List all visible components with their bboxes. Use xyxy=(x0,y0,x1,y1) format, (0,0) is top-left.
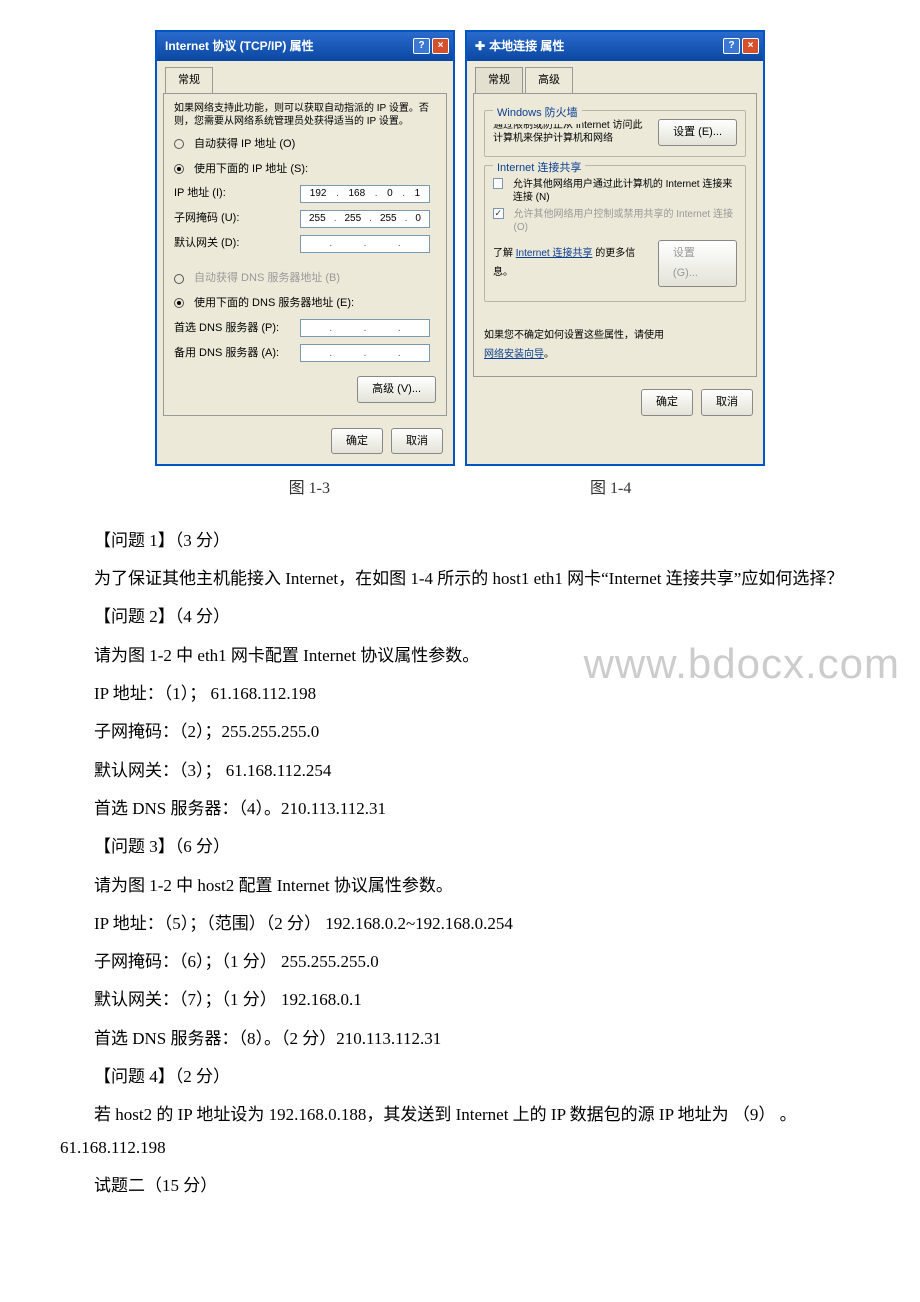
q2-dns: 首选 DNS 服务器：（4）。210.113.112.31 xyxy=(60,793,860,825)
ics-learn-more: 了解 Internet 连接共享 的更多信息。 xyxy=(493,244,652,282)
tab-general[interactable]: 常规 xyxy=(165,67,213,93)
ip-input[interactable]: 192.168.0.1 xyxy=(300,185,430,203)
firewall-group: Windows 防火墙 通过限制或防止从 Internet 访问此计算机来保护计… xyxy=(484,110,746,157)
auto-ip-option[interactable]: 自动获得 IP 地址 (O) xyxy=(174,134,436,155)
q3-title: 【问题 3】（6 分） xyxy=(60,831,860,863)
advanced-button[interactable]: 高级 (V)... xyxy=(357,376,436,403)
screenshot-row: Internet 协议 (TCP/IP) 属性 ? × 常规 如果网络支持此功能… xyxy=(60,30,860,466)
ics-opt2-label: 允许其他网络用户控制或禁用共享的 Internet 连接 (O) xyxy=(514,208,738,234)
ics-allow-connect[interactable]: 允许其他网络用户通过此计算机的 Internet 连接来连接 (N) xyxy=(493,178,737,204)
dns1-input[interactable]: . . . xyxy=(300,319,430,337)
figure-captions: 图 1-3 图 1-4 xyxy=(60,474,860,504)
cancel-button[interactable]: 取消 xyxy=(391,428,443,455)
local-connection-dialog: ✚ 本地连接 属性 ? × 常规 高级 Windows 防火墙 通过限制或防止从… xyxy=(465,30,765,466)
dns2-label: 备用 DNS 服务器 (A): xyxy=(174,343,294,364)
ics-settings-button: 设置 (G)... xyxy=(658,240,737,288)
q2-body: 请为图 1-2 中 eth1 网卡配置 Internet 协议属性参数。 www… xyxy=(60,640,860,672)
ics-opt1-label: 允许其他网络用户通过此计算机的 Internet 连接来连接 (N) xyxy=(513,178,737,204)
manual-dns-label: 使用下面的 DNS 服务器地址 (E): xyxy=(194,293,354,314)
ics-group: Internet 连接共享 允许其他网络用户通过此计算机的 Internet 连… xyxy=(484,165,746,303)
firewall-legend: Windows 防火墙 xyxy=(493,103,582,124)
ok-button[interactable]: 确定 xyxy=(641,389,693,416)
wizard-hint: 如果您不确定如何设置这些属性，请使用 网络安装向导。 xyxy=(484,326,746,364)
ics-link[interactable]: Internet 连接共享 xyxy=(516,248,593,259)
tcpip-titlebar[interactable]: Internet 协议 (TCP/IP) 属性 ? × xyxy=(157,32,453,61)
q1-title: 【问题 1】（3 分） xyxy=(60,525,860,557)
cancel-button[interactable]: 取消 xyxy=(701,389,753,416)
ics-allow-control: ✓允许其他网络用户控制或禁用共享的 Internet 连接 (O) xyxy=(493,208,737,234)
manual-dns-option[interactable]: 使用下面的 DNS 服务器地址 (E): xyxy=(174,293,436,314)
section2-title: 试题二（15 分） xyxy=(60,1170,860,1202)
tcpip-dialog: Internet 协议 (TCP/IP) 属性 ? × 常规 如果网络支持此功能… xyxy=(155,30,455,466)
local-titlebar[interactable]: ✚ 本地连接 属性 ? × xyxy=(467,32,763,61)
close-icon[interactable]: × xyxy=(432,38,449,54)
gateway-label: 默认网关 (D): xyxy=(174,233,294,254)
help-icon[interactable]: ? xyxy=(723,38,740,54)
auto-ip-label: 自动获得 IP 地址 (O) xyxy=(194,134,295,155)
q3-ip: IP 地址：（5）；（范围）（2 分） 192.168.0.2~192.168.… xyxy=(60,908,860,940)
q3-gw: 默认网关：（7）；（1 分） 192.168.0.1 xyxy=(60,984,860,1016)
q4-title: 【问题 4】（2 分） xyxy=(60,1061,860,1093)
manual-ip-option[interactable]: 使用下面的 IP 地址 (S): xyxy=(174,159,436,180)
q2-mask: 子网掩码：（2）；255.255.255.0 xyxy=(60,716,860,748)
gateway-input[interactable]: . . . xyxy=(300,235,430,253)
dns2-input[interactable]: . . . xyxy=(300,344,430,362)
ok-button[interactable]: 确定 xyxy=(331,428,383,455)
dns1-label: 首选 DNS 服务器 (P): xyxy=(174,318,294,339)
q1-body: 为了保证其他主机能接入 Internet，在如图 1-4 所示的 host1 e… xyxy=(60,563,860,595)
wizard-link[interactable]: 网络安装向导 xyxy=(484,349,544,360)
mask-label: 子网掩码 (U): xyxy=(174,208,294,229)
close-icon[interactable]: × xyxy=(742,38,759,54)
tab-general[interactable]: 常规 xyxy=(475,67,523,93)
auto-dns-label: 自动获得 DNS 服务器地址 (B) xyxy=(194,268,340,289)
mask-input[interactable]: 255.255.255.0 xyxy=(300,210,430,228)
firewall-settings-button[interactable]: 设置 (E)... xyxy=(658,119,737,146)
tab-advanced[interactable]: 高级 xyxy=(525,67,573,93)
manual-ip-label: 使用下面的 IP 地址 (S): xyxy=(194,159,308,180)
tcpip-note: 如果网络支持此功能，则可以获取自动指派的 IP 设置。否则，您需要从网络系统管理… xyxy=(174,102,436,128)
auto-dns-option: 自动获得 DNS 服务器地址 (B) xyxy=(174,268,436,289)
caption-right: 图 1-4 xyxy=(590,474,631,504)
ics-legend: Internet 连接共享 xyxy=(493,158,585,179)
local-title: 本地连接 属性 xyxy=(489,35,564,58)
q4-body: 若 host2 的 IP 地址设为 192.168.0.188，其发送到 Int… xyxy=(60,1099,860,1164)
q2-gw: 默认网关：（3）； 61.168.112.254 xyxy=(60,755,860,787)
caption-left: 图 1-3 xyxy=(289,474,330,504)
watermark: www.bdocx.com xyxy=(550,624,900,704)
network-icon: ✚ xyxy=(475,35,485,58)
q3-body: 请为图 1-2 中 host2 配置 Internet 协议属性参数。 xyxy=(60,870,860,902)
q3-mask: 子网掩码：（6）；（1 分） 255.255.255.0 xyxy=(60,946,860,978)
help-icon[interactable]: ? xyxy=(413,38,430,54)
q3-dns: 首选 DNS 服务器：（8）。（2 分）210.113.112.31 xyxy=(60,1023,860,1055)
tcpip-title: Internet 协议 (TCP/IP) 属性 xyxy=(165,35,314,58)
ip-label: IP 地址 (I): xyxy=(174,183,294,204)
